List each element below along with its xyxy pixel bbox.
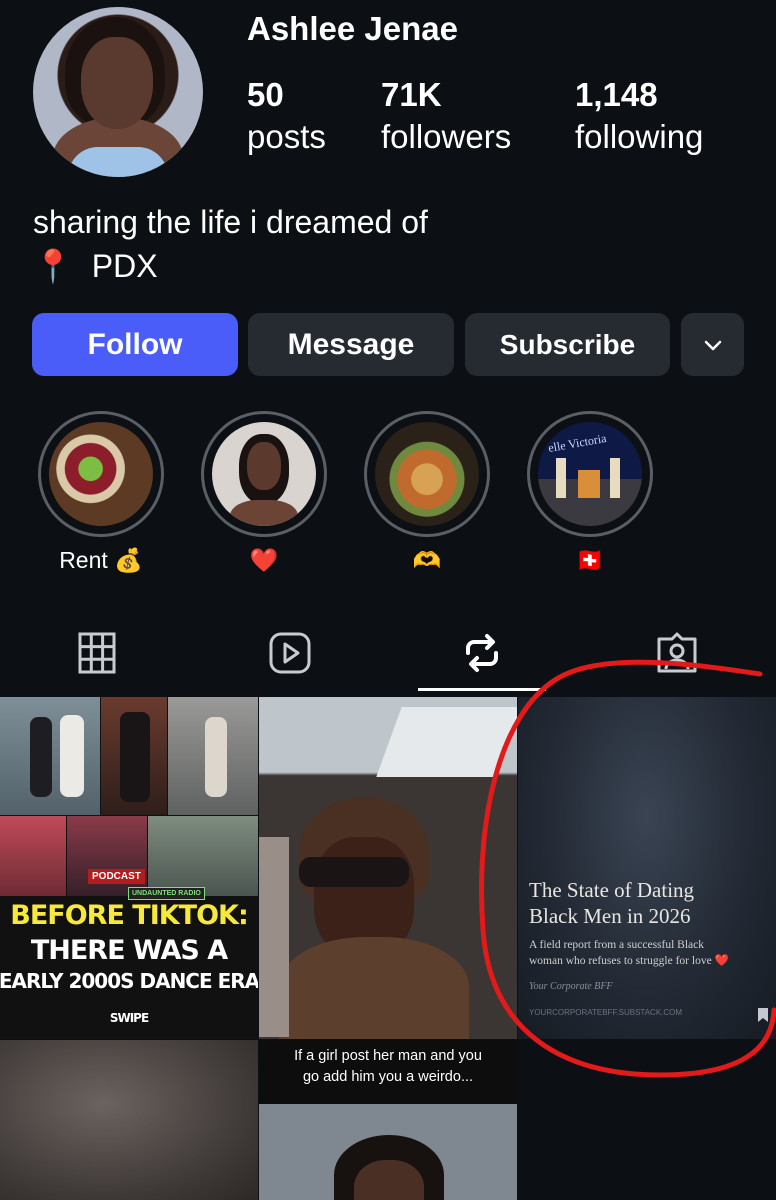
red-circle-annotation: [479, 659, 776, 1078]
